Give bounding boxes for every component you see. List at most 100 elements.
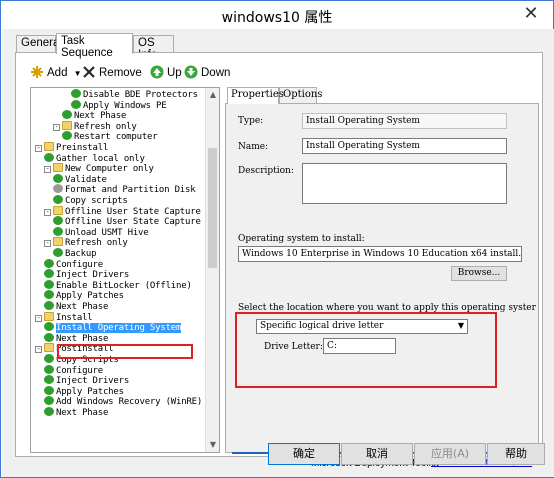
- tree-item-label: Next Phase: [74, 111, 127, 122]
- collapse-icon[interactable]: -: [35, 314, 42, 322]
- tree-item[interactable]: Next Phase: [44, 407, 108, 418]
- task-sequence-tree[interactable]: Disable BDE Protectors Apply Windows PE Ne…: [30, 87, 220, 453]
- tree-item-label: Preinstall: [56, 143, 109, 153]
- tree-item[interactable]: Configure: [44, 258, 103, 270]
- tree-item-label: Gather local only: [56, 153, 145, 164]
- drive-letter-input[interactable]: C:: [323, 338, 396, 354]
- check-icon: [53, 195, 63, 204]
- check-icon: [44, 269, 54, 279]
- tree-item[interactable]: Disable BDE Protectors: [71, 89, 198, 100]
- tree-item-label: Apply Patches: [56, 386, 124, 397]
- tree-item-label: Unload USMT Hive: [65, 227, 149, 238]
- close-icon[interactable]: ✕: [509, 1, 553, 29]
- tree-item[interactable]: - New Computer only: [44, 163, 154, 174]
- chevron-down-icon: ▼: [457, 321, 464, 330]
- folder-icon: [44, 311, 54, 321]
- tree-item[interactable]: Apply Windows PE: [71, 99, 167, 111]
- description-input[interactable]: [302, 163, 507, 204]
- tree-item-label: Configure: [56, 259, 103, 270]
- tree-item[interactable]: Configure: [44, 364, 103, 376]
- collapse-icon[interactable]: -: [44, 166, 51, 174]
- tree-item-label: Restart computer: [74, 132, 158, 143]
- check-icon: [44, 375, 54, 385]
- tree-item-label: Apply Patches: [56, 291, 124, 302]
- tree-item-label: Next Phase: [56, 302, 109, 312]
- scroll-down-icon[interactable]: ▼: [206, 438, 219, 452]
- tree-item[interactable]: Next Phase: [44, 301, 108, 312]
- browse-button[interactable]: Browse...: [451, 266, 507, 281]
- cancel-button[interactable]: 取消: [341, 443, 413, 465]
- tree-item[interactable]: Install Operating System: [44, 322, 181, 334]
- tree-item-label: Inject Drivers: [56, 270, 130, 281]
- os-label: Operating system to install:: [238, 234, 365, 244]
- scroll-thumb[interactable]: [208, 148, 217, 268]
- check-icon: [53, 216, 63, 226]
- add-button[interactable]: Add ▼: [30, 65, 82, 83]
- tree-item[interactable]: Apply Patches: [44, 290, 124, 301]
- check-icon: [44, 279, 54, 289]
- location-select[interactable]: Specific logical drive letter ▼: [256, 319, 468, 334]
- tree-item[interactable]: Offline User State Capture: [53, 216, 201, 227]
- tree-item[interactable]: Backup: [53, 248, 97, 259]
- tree-item[interactable]: Validate: [53, 173, 107, 185]
- tree-item[interactable]: - Preinstall: [35, 142, 108, 153]
- tree-item[interactable]: Add Windows Recovery (WinRE): [44, 396, 202, 407]
- name-input[interactable]: Install Operating System: [302, 138, 507, 154]
- collapse-icon[interactable]: -: [53, 123, 60, 131]
- tree-item[interactable]: - Refresh only: [53, 120, 137, 132]
- ok-button[interactable]: 确定: [268, 443, 340, 465]
- apply-button[interactable]: 应用(A): [414, 443, 486, 465]
- tree-item[interactable]: Format and Partition Disk: [53, 184, 196, 195]
- tree-item[interactable]: Unload USMT Hive: [53, 226, 149, 238]
- remove-x-icon: [82, 65, 96, 79]
- tree-item[interactable]: Copy scripts: [53, 195, 128, 206]
- collapse-icon[interactable]: -: [44, 208, 51, 216]
- drive-letter-label: Drive Letter:: [264, 342, 323, 352]
- tab-options[interactable]: Options: [279, 87, 322, 103]
- remove-label: Remove: [99, 67, 142, 79]
- down-button[interactable]: Down: [184, 65, 230, 83]
- up-button[interactable]: Up: [150, 65, 182, 83]
- tree-item[interactable]: Next Phase: [44, 332, 108, 344]
- tab-task-sequence[interactable]: Task Sequence: [56, 33, 133, 59]
- add-label: Add: [47, 67, 68, 79]
- gear-icon: [53, 184, 63, 194]
- tab-os-info[interactable]: OS Info: [133, 35, 174, 61]
- tree-item[interactable]: Next Phase: [62, 110, 126, 121]
- check-icon: [44, 290, 54, 300]
- name-label: Name:: [238, 142, 269, 152]
- tree-item[interactable]: Enable BitLocker (Offline): [44, 279, 192, 291]
- tree-item[interactable]: - Install: [35, 311, 93, 323]
- dropdown-arrow-icon[interactable]: ▼: [74, 69, 82, 78]
- up-arrow-icon: [150, 65, 164, 79]
- check-icon: [71, 89, 81, 98]
- tree-item[interactable]: Gather local only: [44, 152, 145, 164]
- tab-general[interactable]: General: [16, 35, 62, 53]
- tree-item-label: Add Windows Recovery (WinRE): [56, 397, 203, 408]
- check-icon: [53, 226, 63, 236]
- tree-item[interactable]: Apply Patches: [44, 385, 124, 397]
- tree-item[interactable]: - Offline User State Capture: [44, 205, 201, 217]
- collapse-icon[interactable]: -: [44, 240, 51, 248]
- tab-properties[interactable]: Properties: [227, 87, 284, 104]
- check-icon: [44, 301, 54, 310]
- folder-icon: [53, 237, 63, 247]
- tree-item-label: Next Phase: [56, 408, 109, 418]
- check-icon: [44, 396, 54, 406]
- tree-items: Disable BDE Protectors Apply Windows PE Ne…: [31, 88, 207, 452]
- tree-item[interactable]: Inject Drivers: [44, 375, 129, 386]
- check-icon: [44, 258, 54, 268]
- help-button[interactable]: 帮助: [487, 443, 545, 465]
- remove-button[interactable]: Remove: [82, 65, 142, 83]
- tree-item[interactable]: Inject Drivers: [44, 269, 129, 280]
- scroll-up-icon[interactable]: ▲: [206, 88, 219, 102]
- collapse-icon[interactable]: -: [35, 346, 42, 354]
- tree-item[interactable]: Restart computer: [62, 131, 158, 142]
- tree-item[interactable]: - Refresh only: [44, 237, 128, 248]
- check-icon: [44, 322, 54, 332]
- check-icon: [44, 407, 54, 416]
- tree-scrollbar[interactable]: ▲ ▼: [205, 88, 219, 452]
- check-icon: [71, 99, 81, 109]
- os-field[interactable]: Windows 10 Enterprise in Windows 10 Educ…: [238, 246, 522, 262]
- collapse-icon[interactable]: -: [35, 145, 42, 152]
